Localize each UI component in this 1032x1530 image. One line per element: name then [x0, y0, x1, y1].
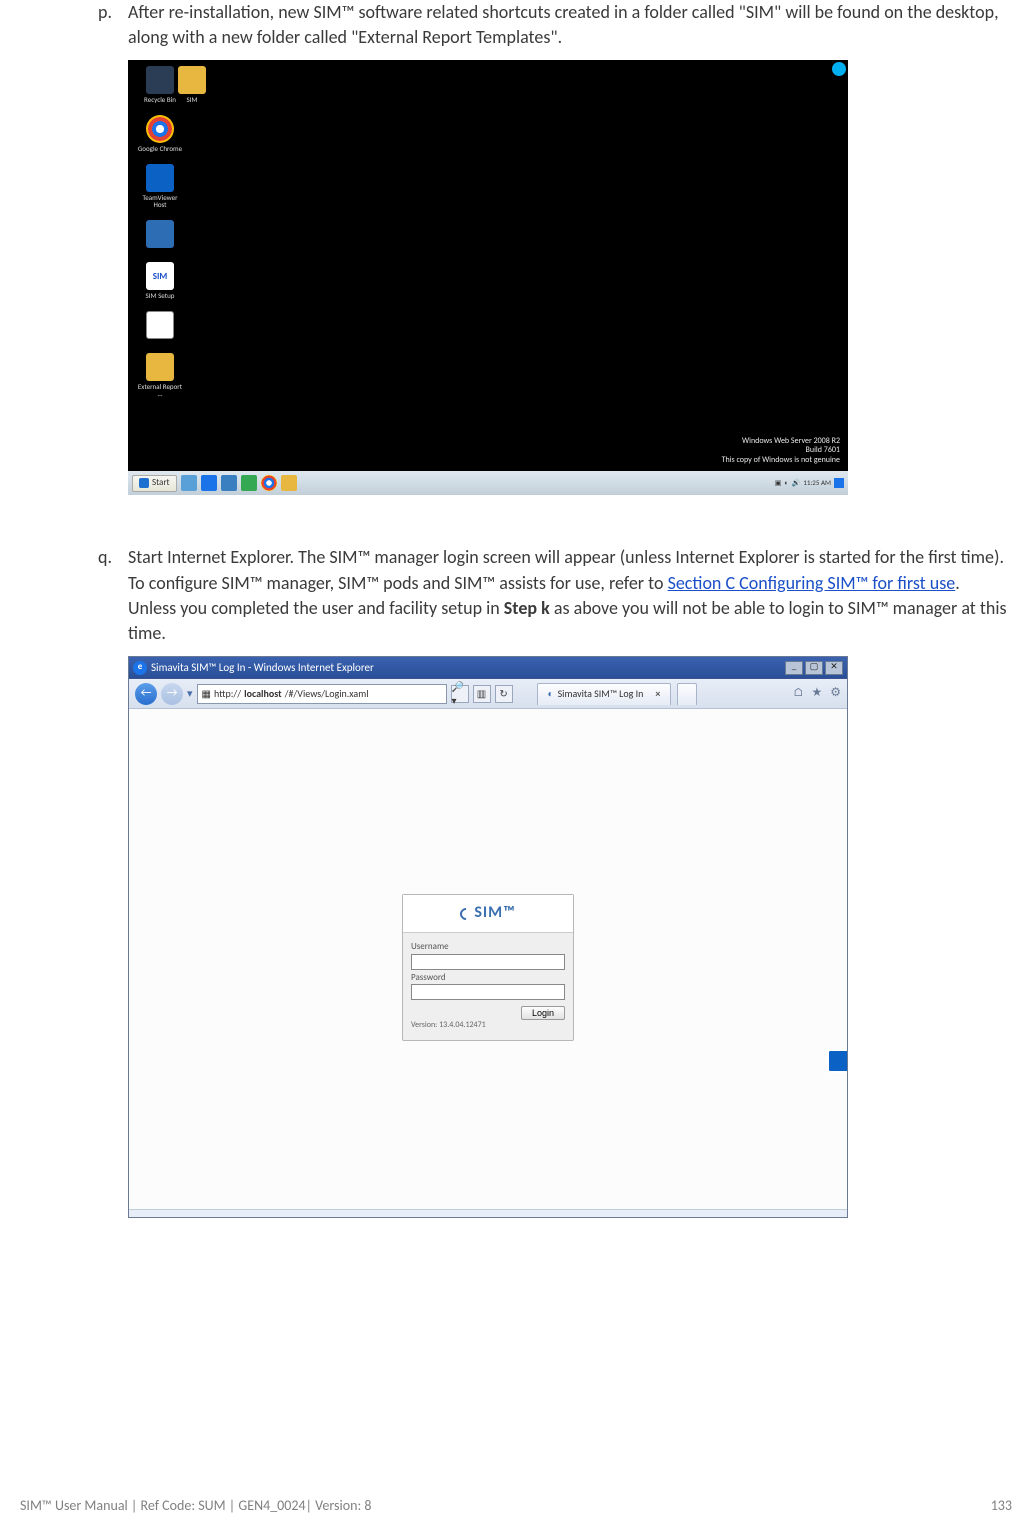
favorites-icon[interactable]: ★	[811, 685, 822, 702]
clock: 11:25 AM	[803, 478, 831, 488]
site-icon: ▦	[202, 687, 211, 701]
tab-close-icon[interactable]: ×	[655, 687, 660, 701]
step-q: q. Start Internet Explorer. The SIM™ man…	[98, 545, 1012, 646]
system-tray: ▣ ◐ 🔊 11:25 AM	[775, 478, 844, 488]
logo-text: SIM™	[474, 902, 515, 924]
page-number: 133	[991, 1496, 1012, 1516]
step-q-marker: q.	[98, 545, 128, 646]
ie-viewport: SIM™ Username Password Login Version: 13…	[129, 709, 847, 1209]
windows-watermark: Windows Web Server 2008 R2 Build 7601 Th…	[722, 437, 840, 466]
dropdown-icon[interactable]: ▾	[187, 686, 193, 701]
login-button[interactable]: Login	[521, 1006, 565, 1020]
password-input[interactable]	[411, 984, 565, 1000]
ie-util-buttons: ⌂ ★ ⚙	[793, 685, 841, 702]
taskbar: Start ▣ ◐ 🔊 11:25 AM	[128, 471, 848, 495]
password-label: Password	[411, 972, 565, 985]
tray-icon[interactable]	[834, 478, 844, 488]
url-path: /#/Views/Login.xaml	[285, 687, 369, 701]
desktop-folder-sim: SIM	[178, 66, 206, 103]
desktop-icon-label: TeamViewer Host	[136, 194, 184, 208]
recycle-icon	[146, 66, 174, 94]
desktop-icon-label: SIM	[187, 96, 198, 103]
step-p-text: After re-installation, new SIM™ software…	[128, 0, 1012, 50]
search-dropdown[interactable]: 🔎▾	[451, 685, 469, 703]
taskbar-ie-icon[interactable]	[201, 475, 217, 491]
taskbar-icon[interactable]	[221, 475, 237, 491]
minimize-button[interactable]: _	[785, 661, 803, 675]
version-text: Version: 13.4.04.12471	[411, 1020, 565, 1031]
step-p-marker: p.	[98, 0, 128, 50]
refresh-button[interactable]: ↻	[495, 685, 513, 703]
footer-left: SIM™ User Manual | Ref Code: SUM | GEN4_…	[20, 1496, 371, 1516]
maximize-button[interactable]: ▢	[805, 661, 823, 675]
step-p: p. After re-installation, new SIM™ softw…	[98, 0, 1012, 50]
close-button[interactable]: ✕	[825, 661, 843, 675]
desktop-icon[interactable]: TeamViewer Host	[136, 164, 184, 208]
logo-swoosh-icon	[458, 905, 475, 922]
desktop-icon[interactable]: SIM SIM Setup	[136, 262, 184, 299]
new-tab-button[interactable]	[677, 683, 697, 705]
tab-icon: ◐	[548, 687, 554, 701]
url-host: localhost	[244, 687, 281, 701]
folder2-icon	[146, 353, 174, 381]
tray-icon[interactable]: ◐	[784, 478, 788, 488]
tools-icon[interactable]: ⚙	[830, 685, 841, 702]
pc-icon	[146, 220, 174, 248]
step-q-text: Start Internet Explorer. The SIM™ manage…	[128, 545, 1012, 646]
watermark-line: This copy of Windows is not genuine	[722, 456, 840, 466]
ie-titlebar: e Simavita SIM™ Log In - Windows Interne…	[129, 657, 847, 679]
taskbar-chrome-icon[interactable]	[261, 475, 277, 491]
desktop-icon[interactable]: External Report ...	[136, 353, 184, 397]
tab-title: Simavita SIM™ Log In	[558, 687, 644, 701]
start-button[interactable]: Start	[132, 475, 177, 492]
start-label: Start	[152, 477, 170, 490]
skype-icon	[832, 62, 846, 76]
desktop-icon[interactable]: Google Chrome	[136, 115, 184, 152]
step-q-bold: Step k	[504, 597, 550, 619]
ie-icon: e	[133, 661, 147, 675]
tray-icon[interactable]: ▣	[775, 478, 782, 488]
teamviewer-tab-icon[interactable]	[827, 1049, 847, 1073]
address-bar[interactable]: ▦ http://localhost /#/Views/Login.xaml	[197, 684, 447, 704]
sim-icon: SIM	[146, 262, 174, 290]
taskbar-icon[interactable]	[241, 475, 257, 491]
sim-logo: SIM™	[403, 895, 573, 933]
doc-icon	[146, 311, 174, 339]
desktop-icon-label: External Report ...	[136, 383, 184, 397]
forward-button[interactable]: →	[161, 683, 183, 705]
screenshot-desktop: Recycle Bin Google Chrome TeamViewer Host S…	[128, 60, 848, 495]
taskbar-explorer-icon[interactable]	[281, 475, 297, 491]
desktop-icon[interactable]: Recycle Bin	[136, 66, 184, 103]
desktop-icon-label: Google Chrome	[138, 145, 182, 152]
login-panel: SIM™ Username Password Login Version: 13…	[402, 894, 574, 1040]
tv-icon	[146, 164, 174, 192]
tray-icon[interactable]: 🔊	[792, 478, 801, 488]
ie-statusbar	[129, 1209, 847, 1217]
link-section-c[interactable]: Section C Configuring SIM™ for first use	[668, 572, 956, 594]
folder-icon	[178, 66, 206, 94]
page-footer: SIM™ User Manual | Ref Code: SUM | GEN4_…	[0, 1496, 1012, 1516]
desktop-icon-label: Recycle Bin	[144, 96, 176, 103]
url-prefix: http://	[214, 687, 241, 701]
username-label: Username	[411, 941, 565, 954]
home-icon[interactable]: ⌂	[793, 685, 804, 702]
username-input[interactable]	[411, 954, 565, 970]
compat-button[interactable]: ▥	[473, 685, 491, 703]
ie-toolbar: ← → ▾ ▦ http://localhost /#/Views/Login.x…	[129, 679, 847, 709]
window-title: Simavita SIM™ Log In - Windows Internet …	[151, 660, 374, 675]
desktop-icon-label: SIM Setup	[146, 292, 175, 299]
desktop-icon[interactable]	[136, 220, 184, 250]
browser-tab[interactable]: ◐ Simavita SIM™ Log In ×	[537, 683, 672, 705]
screenshot-ie-login: e Simavita SIM™ Log In - Windows Interne…	[128, 656, 848, 1218]
chrome-icon	[146, 115, 174, 143]
back-button[interactable]: ←	[135, 683, 157, 705]
windows-icon	[139, 478, 149, 488]
desktop-icon[interactable]	[136, 311, 184, 341]
taskbar-icon[interactable]	[181, 475, 197, 491]
